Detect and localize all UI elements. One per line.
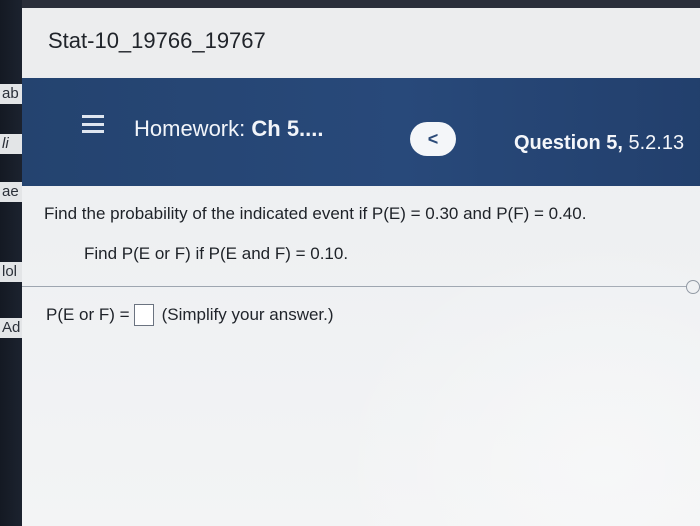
homework-nav-bar: Homework: Ch 5.... < Question 5, 5.2.13 (22, 78, 700, 186)
course-title: Stat-10_19766_19767 (48, 28, 266, 53)
answer-hint: (Simplify your answer.) (161, 305, 334, 324)
question-prefix: Question 5, (514, 132, 623, 154)
answer-input[interactable] (133, 304, 154, 326)
hamburger-menu-icon[interactable] (82, 115, 104, 133)
answer-label: P(E or F) = (46, 305, 130, 324)
homework-title: Homework: Ch 5.... (134, 116, 324, 142)
homework-chapter: Ch 5.... (251, 116, 324, 141)
window-top-edge (22, 0, 700, 8)
previous-question-button[interactable]: < (410, 122, 456, 156)
question-number: 5.2.13 (628, 132, 685, 154)
homework-prefix: Homework: (134, 116, 246, 141)
photo-stage: ab li ae lol Ad Stat-10_19766_19767 Home… (0, 0, 700, 526)
question-indicator: Question 5, 5.2.13 (514, 132, 684, 155)
problem-sub-question: Find P(E or F) if P(E and F) = 0.10. (84, 244, 349, 263)
question-content: Find the probability of the indicated ev… (22, 186, 700, 526)
course-header: Stat-10_19766_19767 (22, 8, 700, 76)
section-divider (22, 286, 690, 287)
answer-row: P(E or F) = (Simplify your answer.) (46, 304, 334, 326)
homework-window: Stat-10_19766_19767 Homework: Ch 5.... <… (22, 0, 700, 526)
divider-handle-icon[interactable] (686, 280, 700, 294)
problem-statement: Find the probability of the indicated ev… (44, 204, 587, 223)
